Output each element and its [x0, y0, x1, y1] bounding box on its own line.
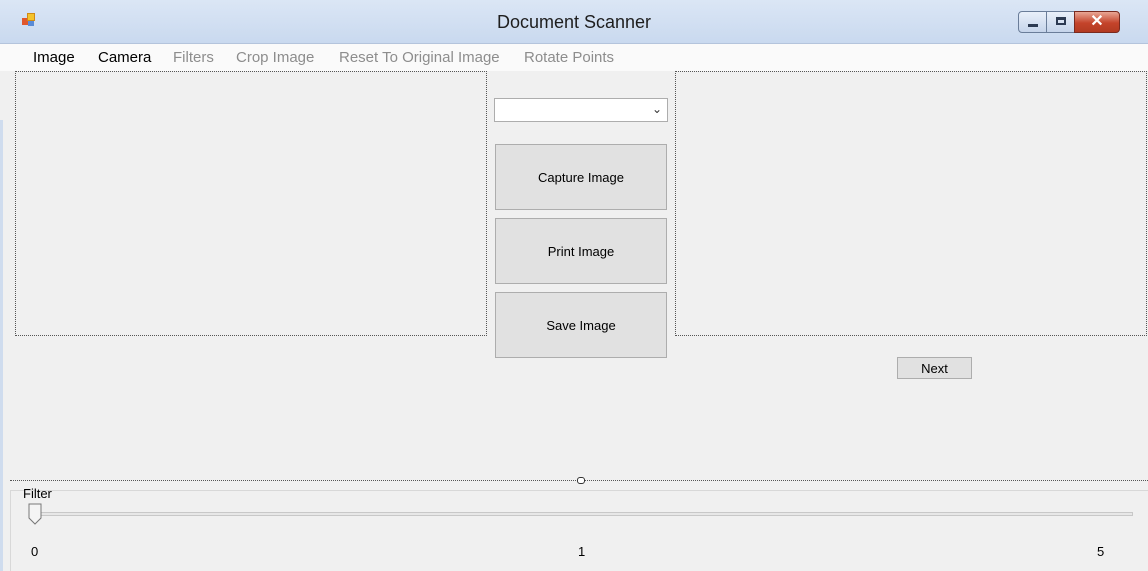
- maximize-button[interactable]: [1046, 11, 1075, 33]
- original-image-box: [15, 71, 487, 336]
- filter-label: Filter: [23, 486, 52, 501]
- filter-tick-max: 5: [1097, 544, 1105, 559]
- window-edge: [0, 120, 3, 571]
- print-image-button[interactable]: Print Image: [495, 218, 667, 284]
- close-button[interactable]: ✕: [1074, 11, 1120, 33]
- menu-image[interactable]: Image: [33, 49, 75, 66]
- menu-rotate-points[interactable]: Rotate Points: [524, 49, 614, 66]
- chevron-down-icon: ⌄: [651, 102, 662, 116]
- processed-image-box: [675, 71, 1147, 336]
- window-controls: ✕: [1018, 11, 1120, 33]
- menu-crop-image[interactable]: Crop Image: [236, 49, 314, 66]
- maximize-icon: [1056, 17, 1066, 25]
- next-button[interactable]: Next: [897, 357, 972, 379]
- filter-tick-mid: 1: [578, 544, 586, 559]
- menu-bar: Image Camera Filters Crop Image Reset To…: [0, 44, 1148, 71]
- filter-slider-track[interactable]: [35, 512, 1133, 516]
- filter-slider-thumb[interactable]: [28, 503, 42, 525]
- menu-camera[interactable]: Camera: [98, 49, 151, 66]
- filter-tick-min: 0: [31, 544, 39, 559]
- save-image-button[interactable]: Save Image: [495, 292, 667, 358]
- menu-filters[interactable]: Filters: [173, 49, 214, 66]
- capture-image-button[interactable]: Capture Image: [495, 144, 667, 210]
- camera-select[interactable]: ⌄: [494, 98, 668, 122]
- minimize-icon: [1028, 24, 1038, 27]
- splitter-handle[interactable]: [577, 477, 585, 484]
- minimize-button[interactable]: [1018, 11, 1047, 33]
- close-icon: ✕: [1090, 13, 1104, 30]
- window-title: Document Scanner: [496, 12, 652, 32]
- menu-reset-to-original-image[interactable]: Reset To Original Image: [339, 49, 500, 66]
- title-bar: Document Scanner ✕: [0, 0, 1148, 44]
